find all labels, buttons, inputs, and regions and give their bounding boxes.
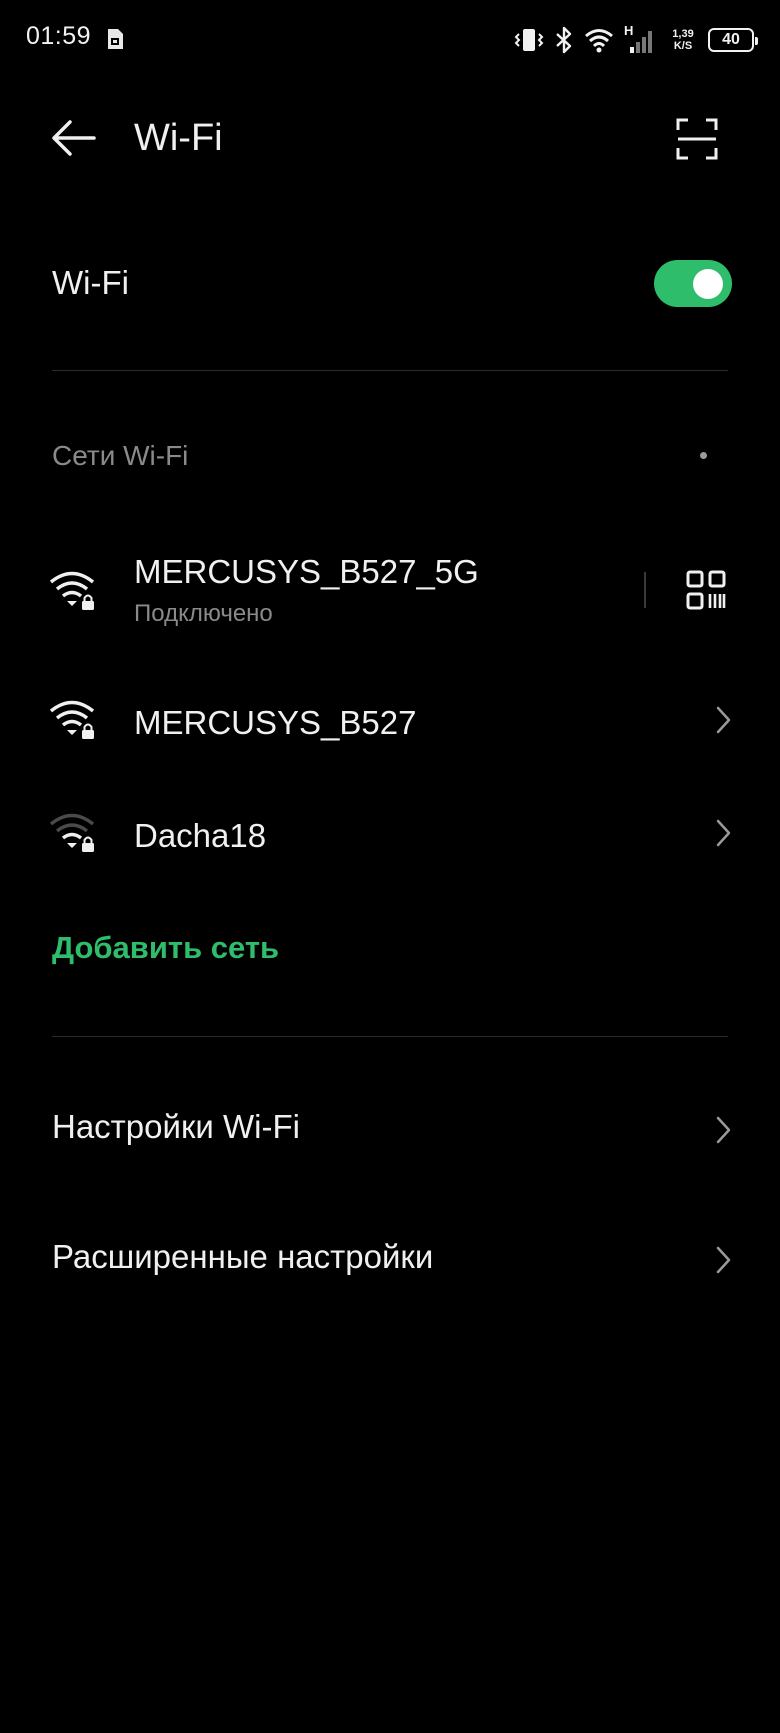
- chevron-right-icon: [716, 1246, 731, 1274]
- status-icons: H 1,39 K/S 40: [514, 20, 758, 60]
- settings-label: Настройки Wi-Fi: [52, 1108, 300, 1145]
- battery-icon: 40: [708, 28, 758, 52]
- scanning-indicator: [700, 452, 707, 459]
- network-item[interactable]: Dacha18: [0, 808, 780, 858]
- signal-icon: H: [624, 23, 658, 55]
- wifi-lock-icon: [49, 700, 95, 739]
- bluetooth-icon: [556, 26, 572, 54]
- qr-code-icon[interactable]: [686, 570, 726, 610]
- scan-frame-icon[interactable]: [676, 118, 718, 160]
- status-bar: 01:59 H 1,39 K/S 40: [0, 0, 780, 80]
- divider: [52, 370, 728, 371]
- battery-level: 40: [722, 31, 740, 48]
- network-name: Dacha18: [134, 817, 267, 854]
- page-title: Wi-Fi: [134, 117, 223, 159]
- chevron-right-icon: [716, 1116, 731, 1144]
- wifi-settings-item[interactable]: Настройки Wi-Fi: [0, 1100, 780, 1160]
- network-item[interactable]: MERCUSYS_B527: [0, 695, 780, 745]
- sim-card-icon: [108, 29, 123, 49]
- wifi-status-icon: [585, 29, 613, 53]
- chevron-right-icon: [716, 706, 731, 734]
- vibrate-icon: [514, 29, 544, 51]
- wifi-toggle-row[interactable]: Wi-Fi: [52, 260, 732, 310]
- wifi-toggle-label: Wi-Fi: [52, 264, 129, 301]
- networks-section-title: Сети Wi-Fi: [52, 440, 189, 471]
- toggle-knob: [693, 269, 723, 299]
- chevron-right-icon: [716, 819, 731, 847]
- vertical-divider: [644, 572, 646, 608]
- wifi-toggle-switch[interactable]: [654, 260, 732, 307]
- status-time: 01:59: [26, 22, 92, 50]
- wifi-lock-icon: [49, 813, 95, 852]
- divider: [52, 1036, 728, 1037]
- network-name: MERCUSYS_B527_5G: [134, 553, 479, 590]
- network-item-connected[interactable]: MERCUSYS_B527_5G Подключено: [0, 550, 780, 640]
- settings-label: Расширенные настройки: [52, 1238, 434, 1275]
- wifi-lock-icon: [49, 571, 95, 610]
- advanced-settings-item[interactable]: Расширенные настройки: [0, 1230, 780, 1290]
- network-status: Подключено: [134, 600, 273, 627]
- network-speed: 1,39 K/S: [672, 28, 694, 52]
- network-name: MERCUSYS_B527: [134, 704, 417, 741]
- add-network-button[interactable]: Добавить сеть: [52, 930, 279, 966]
- arrow-left-icon[interactable]: [50, 118, 96, 158]
